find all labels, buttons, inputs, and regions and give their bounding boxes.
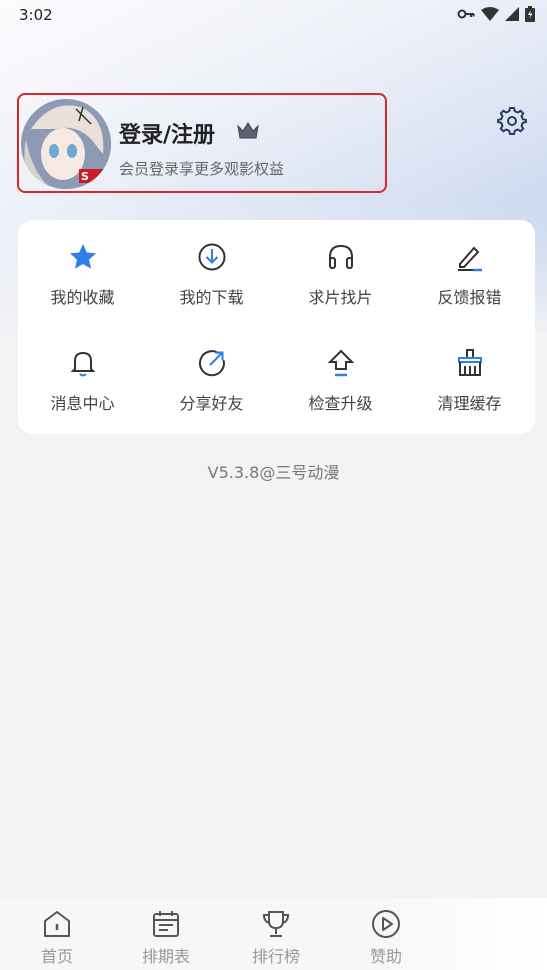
- bottom-navigation: 首页 排期表 排行榜 赞助: [0, 898, 547, 970]
- trophy-icon: [262, 911, 290, 937]
- upgrade-icon: [327, 349, 354, 377]
- crown-icon: [237, 122, 259, 139]
- menu-item-upgrade[interactable]: 检查升级: [276, 326, 405, 426]
- menu-item-downloads[interactable]: 我的下载: [147, 220, 276, 320]
- menu-item-request[interactable]: 求片找片: [276, 220, 405, 320]
- settings-gear-icon[interactable]: [497, 106, 527, 136]
- menu-label: 反馈报错: [437, 288, 502, 307]
- signal-icon: [505, 7, 519, 21]
- menu-label: 求片找片: [308, 288, 373, 307]
- calendar-icon: [153, 911, 179, 937]
- headphones-icon: [328, 244, 353, 269]
- wifi-icon: [481, 7, 499, 21]
- avatar[interactable]: S: [21, 99, 111, 189]
- status-icons: [457, 6, 535, 22]
- menu-item-share[interactable]: 分享好友: [147, 326, 276, 426]
- star-icon: [69, 244, 96, 269]
- menu-card: 我的收藏 我的下载 求片找片 反馈报错 消息中心 分享好友 检查升级 清理缓存: [18, 220, 535, 434]
- menu-item-favorites[interactable]: 我的收藏: [18, 220, 147, 320]
- menu-label: 检查升级: [308, 394, 373, 413]
- vpn-key-icon: [457, 9, 475, 19]
- menu-label: 分享好友: [179, 394, 244, 413]
- svg-text:S: S: [81, 170, 89, 183]
- nav-label: 排行榜: [251, 947, 300, 966]
- menu-item-feedback[interactable]: 反馈报错: [405, 220, 534, 320]
- play-circle-icon: [372, 910, 400, 938]
- battery-icon: [525, 6, 535, 22]
- nav-item-sponsor[interactable]: 赞助: [346, 898, 426, 970]
- status-bar: 3:02: [0, 0, 547, 30]
- app-version: V5.3.8@三号动漫: [207, 463, 340, 482]
- download-icon: [198, 243, 225, 271]
- nav-item-home[interactable]: 首页: [17, 898, 97, 970]
- login-subtitle: 会员登录享更多观影权益: [119, 160, 285, 178]
- bell-icon: [70, 351, 95, 377]
- edit-icon: [457, 246, 482, 272]
- menu-label: 消息中心: [50, 394, 115, 413]
- menu-item-messages[interactable]: 消息中心: [18, 326, 147, 426]
- menu-label: 我的收藏: [50, 288, 115, 307]
- nav-label: 赞助: [369, 947, 402, 966]
- share-icon: [198, 350, 225, 377]
- login-register-card[interactable]: S 登录/注册 会员登录享更多观影权益: [17, 93, 387, 193]
- nav-label: 首页: [40, 947, 73, 966]
- nav-item-ranking[interactable]: 排行榜: [236, 898, 316, 970]
- nav-label: 排期表: [141, 947, 190, 966]
- home-icon: [44, 911, 70, 937]
- menu-label: 清理缓存: [437, 394, 502, 413]
- broom-icon: [457, 349, 482, 376]
- login-register-title[interactable]: 登录/注册: [119, 117, 215, 149]
- menu-item-clear-cache[interactable]: 清理缓存: [405, 326, 534, 426]
- menu-label: 我的下载: [179, 288, 244, 307]
- status-time: 3:02: [19, 6, 53, 24]
- nav-item-schedule[interactable]: 排期表: [126, 898, 206, 970]
